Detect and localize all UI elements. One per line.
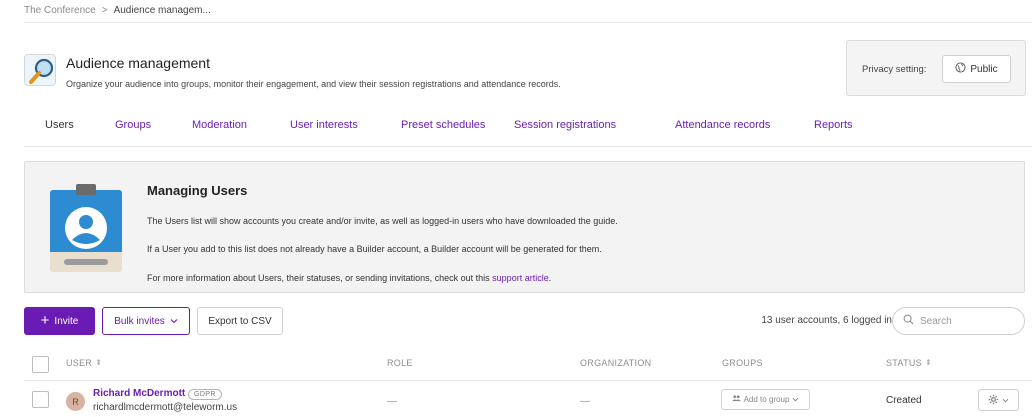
privacy-public-button[interactable]: Public	[942, 55, 1011, 83]
chevron-down-icon	[792, 395, 799, 404]
column-status-label: STATUS	[886, 358, 922, 368]
tab-preset-schedules[interactable]: Preset schedules	[401, 119, 485, 131]
sort-icon: ⬍	[924, 358, 932, 367]
tab-moderation[interactable]: Moderation	[192, 119, 247, 131]
tab-bar: Users Groups Moderation User interests P…	[24, 112, 1032, 146]
info-line-1: The Users list will show accounts you cr…	[147, 216, 618, 226]
add-to-group-label: Add to group	[743, 395, 790, 404]
user-email: richardlmcdermott@teleworm.us	[93, 402, 238, 413]
tab-users[interactable]: Users	[45, 119, 74, 131]
sort-icon: ⬍	[95, 358, 103, 367]
header-divider	[24, 380, 1032, 381]
breadcrumb-separator: >	[101, 4, 108, 16]
tab-groups[interactable]: Groups	[115, 119, 151, 131]
column-header-role: ROLE	[387, 358, 413, 368]
column-header-groups: GROUPS	[722, 358, 763, 368]
invite-button[interactable]: + Invite	[24, 307, 95, 335]
avatar: R	[66, 392, 85, 411]
page-description: Organize your audience into groups, moni…	[66, 79, 561, 89]
chevron-down-icon	[1002, 395, 1009, 405]
page-title: Audience management	[66, 55, 210, 71]
select-all-checkbox[interactable]	[32, 356, 49, 373]
managing-users-info-panel: Managing Users The Users list will show …	[24, 161, 1025, 293]
privacy-setting-label: Privacy setting:	[862, 64, 927, 75]
bulk-invites-label: Bulk invites	[114, 315, 165, 327]
user-badge-icon	[50, 184, 122, 272]
tab-session-registrations[interactable]: Session registrations	[514, 119, 616, 131]
breadcrumb-current: Audience managem...	[113, 4, 211, 16]
info-line-3: For more information about Users, their …	[147, 273, 551, 283]
bulk-invites-button[interactable]: Bulk invites	[102, 307, 190, 335]
tab-user-interests[interactable]: User interests	[290, 119, 358, 131]
breadcrumb: The Conference > Audience managem...	[24, 3, 211, 17]
user-count-text: 13 user accounts, 6 logged in	[761, 315, 892, 326]
info-line-3-end: .	[548, 273, 552, 283]
magnifier-icon	[24, 54, 56, 86]
column-header-organization: ORGANIZATION	[580, 358, 652, 368]
support-article-link[interactable]: support article	[492, 273, 549, 283]
user-status: Created	[886, 395, 922, 406]
top-divider	[24, 22, 1032, 23]
search-input[interactable]: Search	[892, 307, 1025, 335]
search-placeholder: Search	[920, 315, 952, 327]
globe-icon	[955, 62, 966, 76]
add-to-group-dropdown[interactable]: Add to group	[721, 389, 810, 410]
column-header-user[interactable]: USER ⬍	[66, 358, 102, 368]
row-checkbox[interactable]	[32, 391, 49, 408]
privacy-setting-panel: Privacy setting: Public	[846, 40, 1026, 96]
info-line-2: If a User you add to this list does not …	[147, 244, 602, 254]
column-header-status[interactable]: STATUS ⬍	[886, 358, 932, 368]
chevron-down-icon	[170, 316, 178, 327]
info-title: Managing Users	[147, 183, 248, 198]
tab-attendance-records[interactable]: Attendance records	[675, 119, 770, 131]
user-role: —	[387, 396, 397, 407]
invite-button-label: Invite	[54, 315, 79, 327]
tab-reports[interactable]: Reports	[814, 119, 853, 131]
search-icon	[903, 314, 914, 328]
group-icon	[731, 395, 741, 404]
gdpr-badge: GDPR	[188, 389, 222, 400]
privacy-value: Public	[970, 63, 998, 75]
breadcrumb-root-link[interactable]: The Conference	[24, 5, 96, 16]
export-csv-button[interactable]: Export to CSV	[197, 307, 283, 335]
tabs-divider	[24, 146, 1032, 147]
user-name-link[interactable]: Richard McDermott	[93, 388, 185, 399]
user-organization: —	[580, 396, 590, 407]
column-user-label: USER	[66, 358, 93, 368]
gear-icon	[988, 394, 999, 407]
info-line-3-text: For more information about Users, their …	[147, 273, 493, 283]
plus-icon: +	[40, 312, 50, 329]
row-actions-button[interactable]	[978, 389, 1019, 411]
